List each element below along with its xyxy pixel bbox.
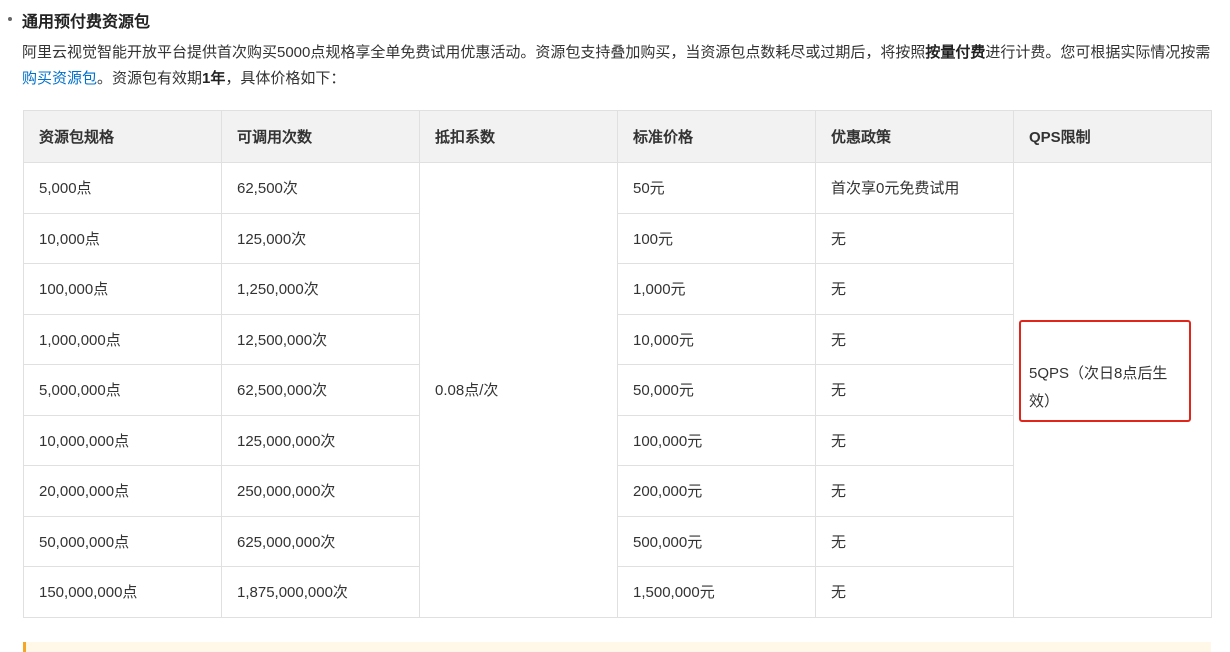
cell-discount: 无 bbox=[815, 465, 1014, 517]
intro-bold-pay-as-you-go: 按量付费 bbox=[925, 44, 986, 61]
cell-discount: 无 bbox=[815, 566, 1014, 618]
cell-spec: 50,000,000点 bbox=[23, 515, 222, 567]
cell-spec: 1,000,000点 bbox=[23, 313, 222, 365]
intro-bold-validity: 1年 bbox=[202, 70, 226, 87]
header-qps: QPS限制 bbox=[1013, 110, 1212, 163]
cell-calls: 12,500,000次 bbox=[221, 313, 420, 365]
cell-price: 10,000元 bbox=[617, 313, 816, 365]
cell-price: 500,000元 bbox=[617, 515, 816, 567]
cell-price: 50,000元 bbox=[617, 364, 816, 416]
table-row: 5,000点 62,500次 0.08点/次 50元 首次享0元免费试用 5QP… bbox=[23, 162, 1212, 618]
cell-calls: 62,500,000次 bbox=[221, 364, 420, 416]
cell-discount: 首次享0元免费试用 bbox=[815, 162, 1014, 214]
note-callout-edge bbox=[23, 642, 1211, 652]
list-bullet bbox=[8, 17, 12, 21]
cell-price: 100,000元 bbox=[617, 414, 816, 466]
cell-discount: 无 bbox=[815, 263, 1014, 315]
header-calls: 可调用次数 bbox=[221, 110, 420, 163]
pricing-table: 资源包规格 可调用次数 抵扣系数 标准价格 优惠政策 QPS限制 5,000点 … bbox=[23, 110, 1212, 618]
cell-discount: 无 bbox=[815, 364, 1014, 416]
cell-qps: 5QPS（次日8点后生效） bbox=[1013, 162, 1212, 618]
cell-spec: 20,000,000点 bbox=[23, 465, 222, 517]
cell-calls: 125,000,000次 bbox=[221, 414, 420, 466]
cell-price: 50元 bbox=[617, 162, 816, 214]
cell-calls: 1,250,000次 bbox=[221, 263, 420, 315]
cell-calls: 62,500次 bbox=[221, 162, 420, 214]
section-heading: 通用预付费资源包 bbox=[22, 14, 151, 31]
cell-spec: 150,000,000点 bbox=[23, 566, 222, 618]
header-discount: 优惠政策 bbox=[815, 110, 1014, 163]
intro-text-1: 阿里云视觉智能开放平台提供首次购买5000点规格享全单免费试用优惠活动。资源包支… bbox=[22, 44, 926, 61]
cell-spec: 10,000点 bbox=[23, 212, 222, 264]
buy-resource-package-link[interactable]: 购买资源包 bbox=[22, 70, 97, 87]
cell-price: 1,500,000元 bbox=[617, 566, 816, 618]
intro-text-3: 。资源包有效期 bbox=[97, 70, 203, 87]
cell-discount: 无 bbox=[815, 515, 1014, 567]
intro-text-4: ，具体价格如下： bbox=[225, 70, 346, 87]
table-header-row: 资源包规格 可调用次数 抵扣系数 标准价格 优惠政策 QPS限制 bbox=[23, 110, 1212, 163]
header-spec: 资源包规格 bbox=[23, 110, 222, 163]
cell-calls: 625,000,000次 bbox=[221, 515, 420, 567]
header-price: 标准价格 bbox=[617, 110, 816, 163]
cell-price: 1,000元 bbox=[617, 263, 816, 315]
qps-highlight-box: 5QPS（次日8点后生效） bbox=[1019, 320, 1191, 422]
cell-spec: 5,000,000点 bbox=[23, 364, 222, 416]
cell-calls: 250,000,000次 bbox=[221, 465, 420, 517]
cell-price: 100元 bbox=[617, 212, 816, 264]
cell-price: 200,000元 bbox=[617, 465, 816, 517]
cell-spec: 10,000,000点 bbox=[23, 414, 222, 466]
header-deduction: 抵扣系数 bbox=[419, 110, 618, 163]
cell-spec: 5,000点 bbox=[23, 162, 222, 214]
cell-deduction: 0.08点/次 bbox=[419, 162, 618, 618]
cell-discount: 无 bbox=[815, 313, 1014, 365]
cell-discount: 无 bbox=[815, 212, 1014, 264]
cell-discount: 无 bbox=[815, 414, 1014, 466]
cell-calls: 125,000次 bbox=[221, 212, 420, 264]
cell-calls: 1,875,000,000次 bbox=[221, 566, 420, 618]
intro-text-2: 进行计费。您可根据实际情况按需 bbox=[985, 44, 1211, 61]
intro-paragraph: 阿里云视觉智能开放平台提供首次购买5000点规格享全单免费试用优惠活动。资源包支… bbox=[22, 40, 1217, 92]
cell-spec: 100,000点 bbox=[23, 263, 222, 315]
